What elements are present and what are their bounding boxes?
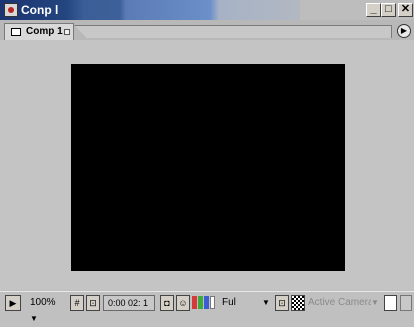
- maximize-button[interactable]: □: [381, 3, 396, 17]
- current-time-display[interactable]: 0:00 02: 1: [103, 295, 155, 311]
- always-preview-button[interactable]: ▶: [5, 295, 21, 311]
- resolution-dropdown[interactable]: Ful ▼: [222, 295, 270, 311]
- title-bar-empty: [300, 0, 414, 20]
- composition-icon: [11, 28, 21, 36]
- comp-window-icon[interactable]: [4, 3, 18, 17]
- tab-comp-1[interactable]: Comp 1: [4, 23, 74, 40]
- chevron-down-icon: ▼: [30, 314, 38, 323]
- chevron-down-icon: ▼: [371, 295, 379, 311]
- region-of-interest-icon[interactable]: ⊡: [275, 295, 289, 311]
- tab-label: Comp 1: [26, 26, 63, 37]
- alpha-channel-icon[interactable]: [210, 296, 215, 309]
- transparency-grid-icon[interactable]: [291, 295, 305, 311]
- zoom-dropdown[interactable]: 100% ▼: [30, 295, 66, 323]
- view-layout-icon[interactable]: [384, 295, 397, 311]
- green-channel-icon[interactable]: [198, 296, 203, 309]
- minimize-icon: _: [370, 3, 377, 15]
- resolution-value: Ful: [222, 297, 236, 308]
- snapshot-icon[interactable]: ◘: [160, 295, 174, 311]
- grid-icon[interactable]: ⊡: [86, 295, 100, 311]
- close-button[interactable]: ✕: [398, 3, 413, 17]
- tab-strip: [74, 25, 392, 38]
- minimize-button[interactable]: _: [366, 3, 381, 17]
- timecode: 0:00 02: 1: [108, 298, 149, 308]
- red-channel-icon[interactable]: [192, 296, 197, 309]
- chevron-down-icon: ▼: [262, 298, 270, 307]
- viewer-toolbar: ▶ 100% ▼ # ⊡ 0:00 02: 1 ◘ ☺ Ful ▼ ⊡ Acti…: [0, 291, 414, 323]
- camera-dropdown[interactable]: Active Camera ▼: [308, 295, 380, 311]
- viewer-options-icon[interactable]: [400, 295, 412, 311]
- tab-close-icon[interactable]: [64, 29, 70, 35]
- close-icon: ✕: [400, 3, 411, 15]
- blue-channel-icon[interactable]: [204, 296, 209, 309]
- show-snapshot-icon[interactable]: ☺: [176, 295, 190, 311]
- safe-zones-icon[interactable]: #: [70, 295, 84, 311]
- camera-value: Active Camera: [308, 297, 374, 308]
- window-title: Conp l: [21, 3, 59, 17]
- zoom-value: 100%: [30, 297, 56, 308]
- title-bar: Conp l _ □ ✕: [0, 0, 414, 20]
- panel-menu-arrow-icon[interactable]: ▶: [397, 24, 411, 38]
- composition-canvas[interactable]: [71, 64, 345, 271]
- maximize-icon: □: [385, 3, 392, 15]
